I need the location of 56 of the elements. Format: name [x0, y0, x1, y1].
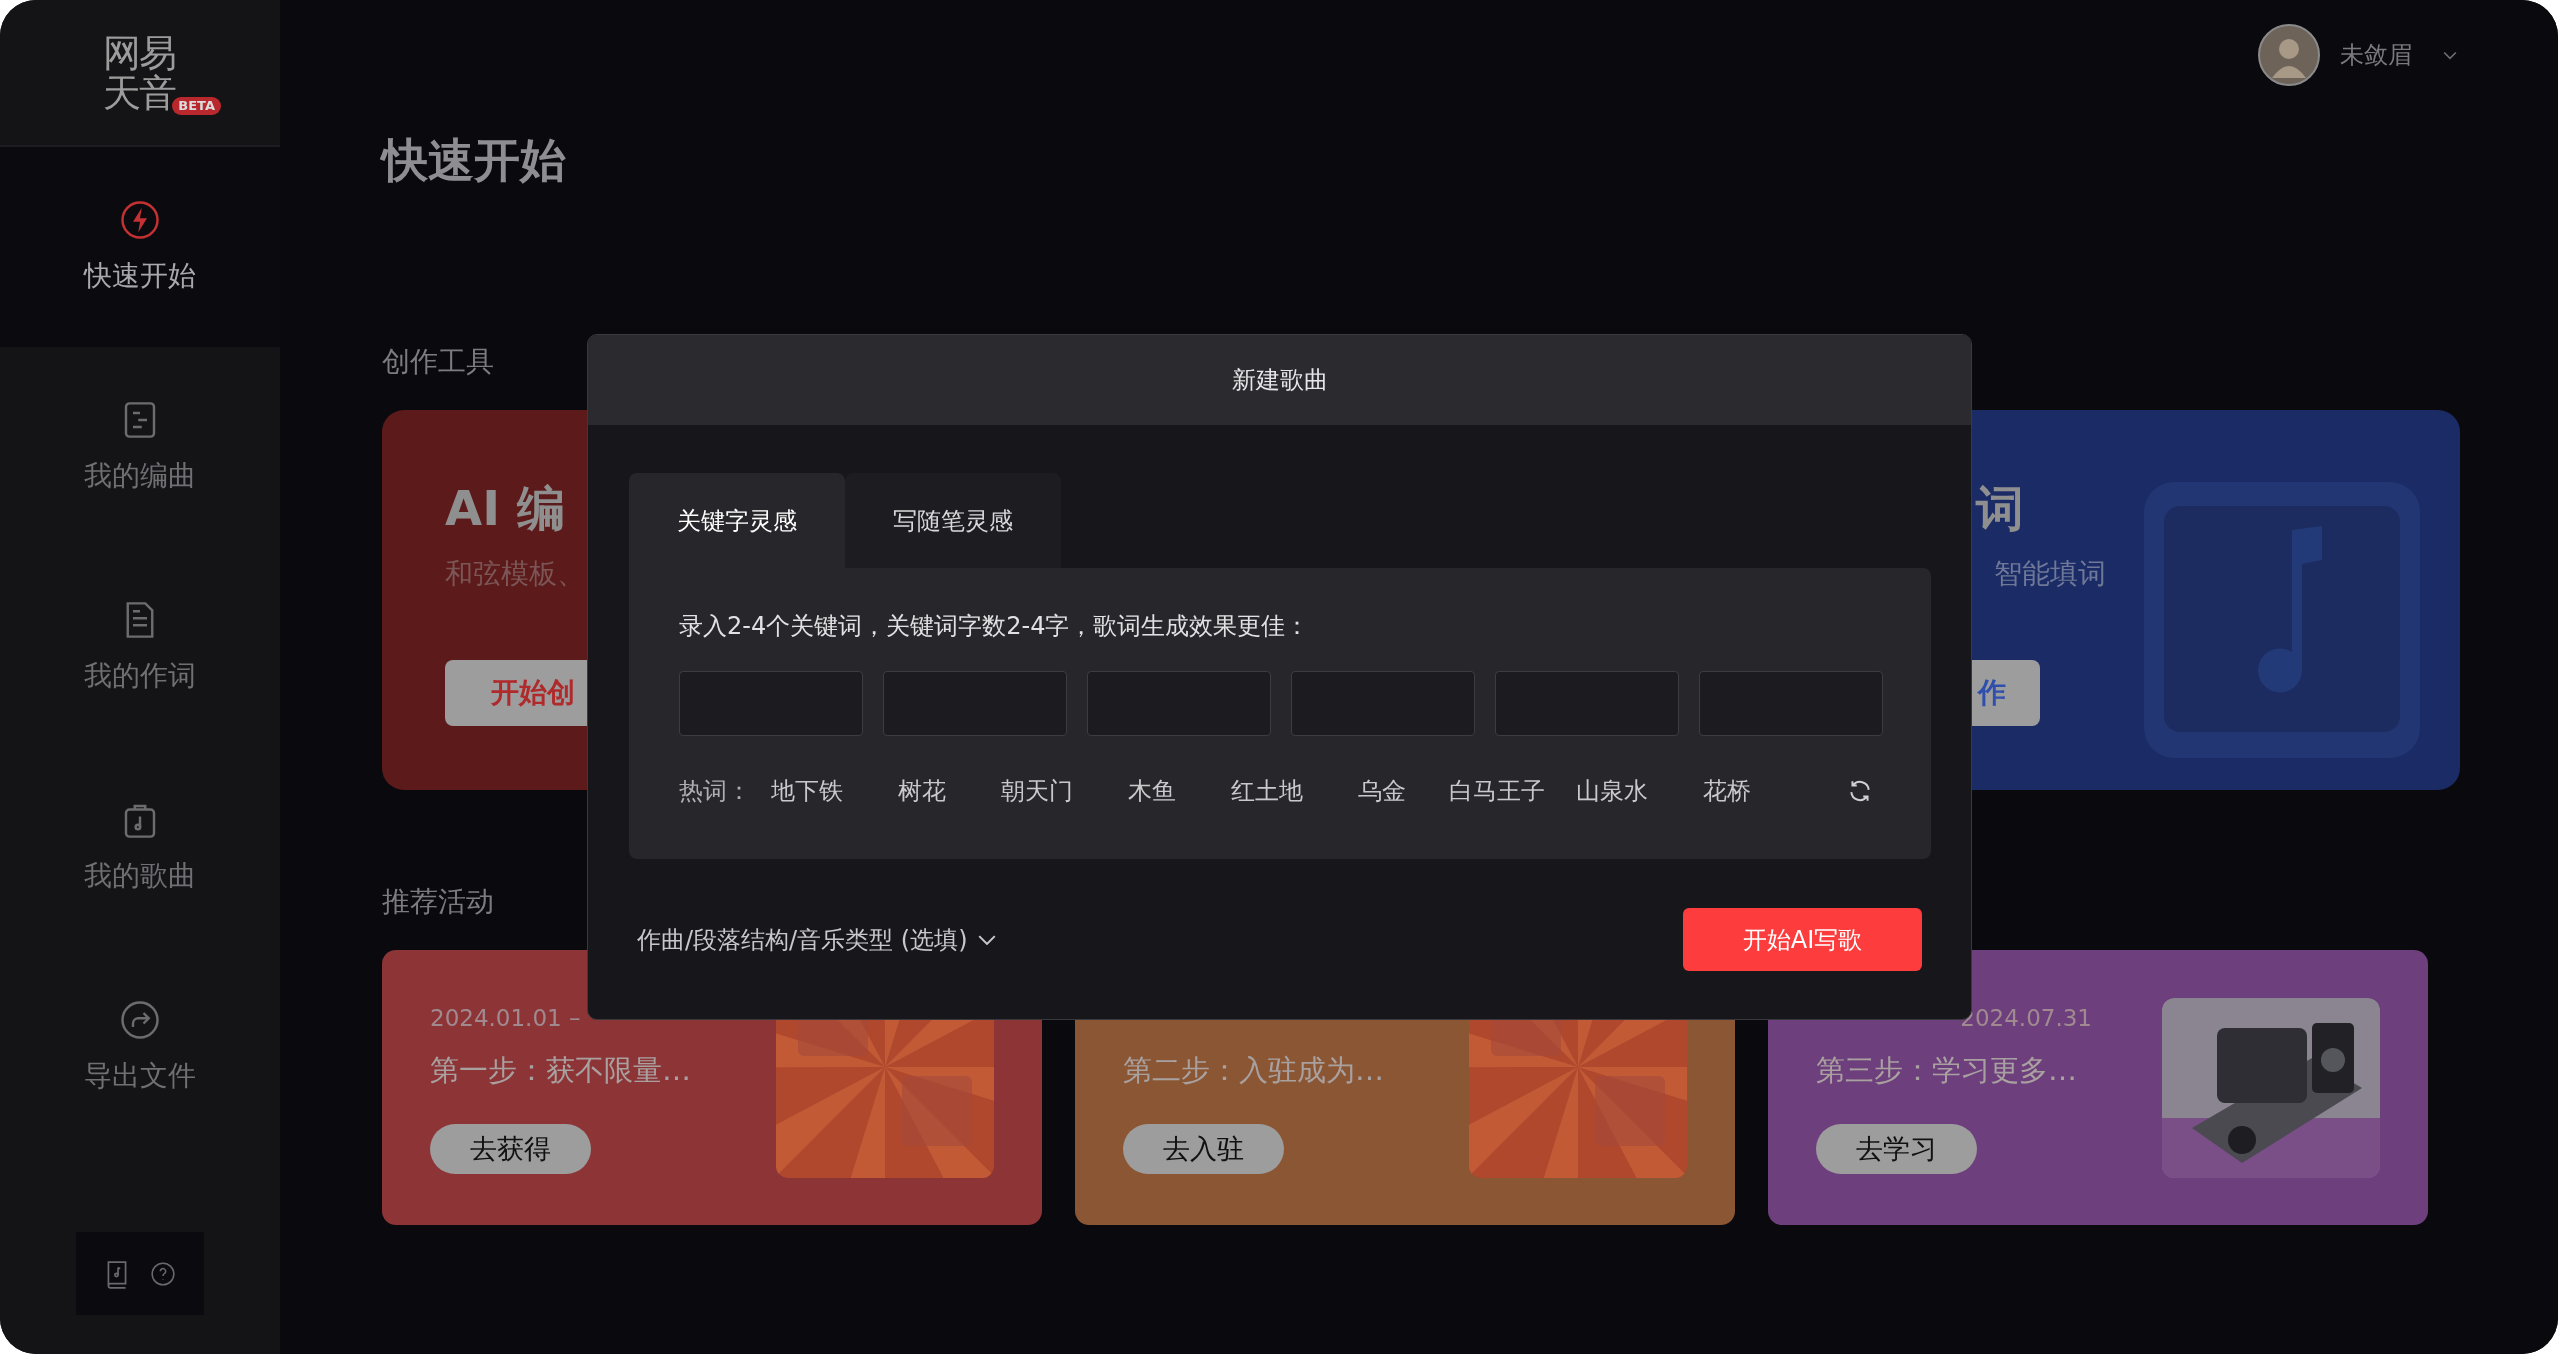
card-title: 词: [1976, 479, 2024, 538]
page-title: 快速开始: [382, 132, 567, 189]
activity-date: 2024.07.31: [1960, 1004, 2092, 1033]
keyword-field[interactable]: [1495, 671, 1679, 736]
activity-text: 第三步：学习更多…: [1816, 1052, 2078, 1089]
hot-word[interactable]: 山泉水: [1554, 775, 1669, 807]
keyword-field[interactable]: [679, 671, 863, 736]
help-icon[interactable]: [150, 1260, 176, 1287]
hot-word[interactable]: 地下铁: [749, 775, 864, 807]
section-heading: 推荐活动: [382, 884, 494, 920]
sidebar-label: 我的作词: [84, 658, 196, 694]
activity-text: 第一步：获不限量…: [430, 1052, 692, 1089]
hot-word[interactable]: 白马王子: [1439, 775, 1554, 807]
refresh-button[interactable]: [1847, 778, 1873, 804]
hot-word[interactable]: 朝天门: [979, 775, 1094, 807]
share-icon: [119, 999, 161, 1041]
sidebar-label: 我的歌曲: [84, 858, 196, 894]
sidebar-label: 快速开始: [84, 258, 196, 294]
submit-button[interactable]: 开始AI写歌: [1683, 908, 1922, 971]
activity-button[interactable]: 去获得: [430, 1124, 591, 1174]
card-subtitle: 智能填词: [1994, 556, 2106, 592]
hot-word[interactable]: 红土地: [1209, 775, 1324, 807]
activity-date: 2024.01.01 –: [430, 1004, 581, 1033]
sidebar-item[interactable]: 我的编曲: [0, 347, 280, 547]
sidebar-item[interactable]: 导出文件: [0, 947, 280, 1147]
tab[interactable]: 关键字灵感: [629, 473, 845, 568]
options-toggle[interactable]: 作曲/段落结构/音乐类型 (选填): [637, 923, 996, 956]
chevron-down-icon: [977, 934, 996, 945]
activity-button[interactable]: 去学习: [1816, 1124, 1977, 1174]
dialog-title: 新建歌曲: [1231, 365, 1328, 396]
hot-words-label: 热词：: [679, 776, 749, 807]
sidebar-item[interactable]: 我的作词: [0, 547, 280, 747]
keyword-field[interactable]: [1087, 671, 1271, 736]
sidebar-item[interactable]: 我的歌曲: [0, 747, 280, 947]
user-name[interactable]: 未敛眉: [2340, 39, 2412, 71]
sidebar-label: 导出文件: [84, 1058, 196, 1094]
sidebar-label: 我的编曲: [84, 458, 196, 494]
hot-word[interactable]: 木鱼: [1094, 775, 1209, 807]
card-subtitle: 和弦模板、: [445, 556, 585, 592]
hot-word[interactable]: 乌金: [1324, 775, 1439, 807]
sidebar-item[interactable]: 快速开始: [0, 147, 280, 347]
beta-badge: BETA: [172, 96, 221, 115]
keyword-field[interactable]: [1699, 671, 1883, 736]
section-heading: 创作工具: [382, 344, 494, 380]
avatar[interactable]: [2258, 24, 2320, 86]
hot-word[interactable]: 树花: [864, 775, 979, 807]
instruction-text: 录入2-4个关键词，关键词字数2-4字，歌词生成效果更佳：: [679, 611, 1311, 642]
bolt-icon: [119, 199, 161, 241]
keyword-field[interactable]: [1291, 671, 1475, 736]
music-note-icon: [2142, 480, 2422, 760]
keyword-field[interactable]: [883, 671, 1067, 736]
tab[interactable]: 写随笔灵感: [845, 473, 1061, 568]
hot-word[interactable]: 花桥: [1669, 775, 1784, 807]
card-title: AI 编: [445, 479, 565, 538]
activity-button[interactable]: 去入驻: [1123, 1124, 1284, 1174]
activity-text: 第二步：入驻成为…: [1123, 1052, 1385, 1089]
